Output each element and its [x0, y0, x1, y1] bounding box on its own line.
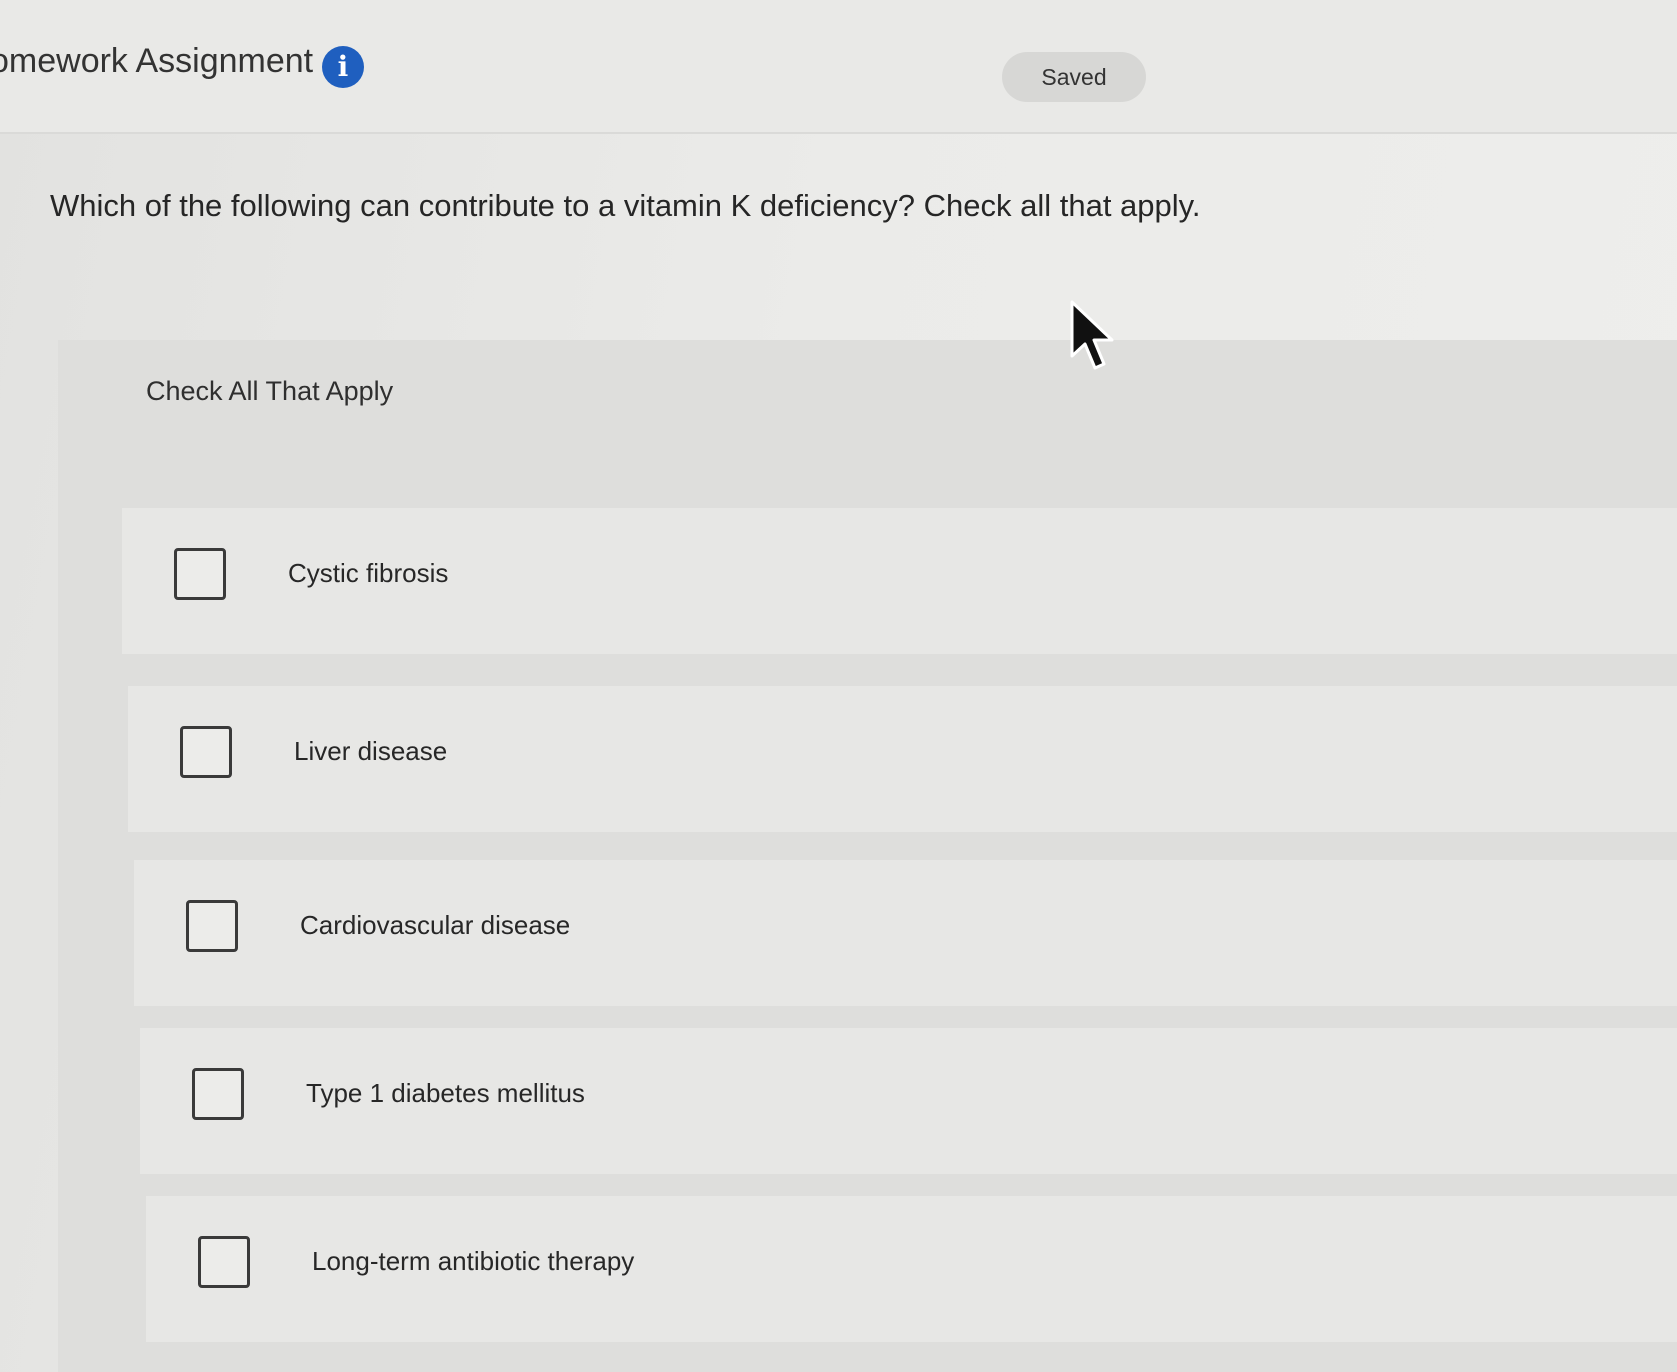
saved-status-badge: Saved: [1002, 52, 1146, 102]
option-label: Long-term antibiotic therapy: [312, 1246, 635, 1276]
answer-panel-label: Check All That Apply: [146, 376, 394, 406]
option-row-long-term-antibiotic[interactable]: Long-term antibiotic therapy: [146, 1196, 1677, 1342]
checkbox[interactable]: [180, 726, 232, 778]
option-row-liver-disease[interactable]: Liver disease: [128, 686, 1677, 832]
assignment-header: omework Assignment i Saved: [0, 0, 1677, 134]
option-row-cardiovascular-disease[interactable]: Cardiovascular disease: [134, 860, 1677, 1006]
checkbox[interactable]: [192, 1068, 244, 1120]
page: omework Assignment i Saved Which of the …: [0, 0, 1677, 1372]
checkbox[interactable]: [186, 900, 238, 952]
info-icon[interactable]: i: [322, 46, 364, 88]
option-label: Type 1 diabetes mellitus: [306, 1078, 585, 1108]
option-label: Liver disease: [294, 736, 448, 766]
option-label: Cystic fibrosis: [288, 558, 449, 588]
option-row-cystic-fibrosis[interactable]: Cystic fibrosis: [122, 508, 1677, 654]
option-row-type-1-diabetes[interactable]: Type 1 diabetes mellitus: [140, 1028, 1677, 1174]
question-prompt: Which of the following can contribute to…: [50, 188, 1201, 223]
option-label: Cardiovascular disease: [300, 910, 571, 940]
checkbox[interactable]: [198, 1236, 250, 1288]
checkbox[interactable]: [174, 548, 226, 600]
assignment-title: omework Assignment: [0, 42, 314, 80]
mouse-pointer-icon: [1070, 300, 1114, 370]
